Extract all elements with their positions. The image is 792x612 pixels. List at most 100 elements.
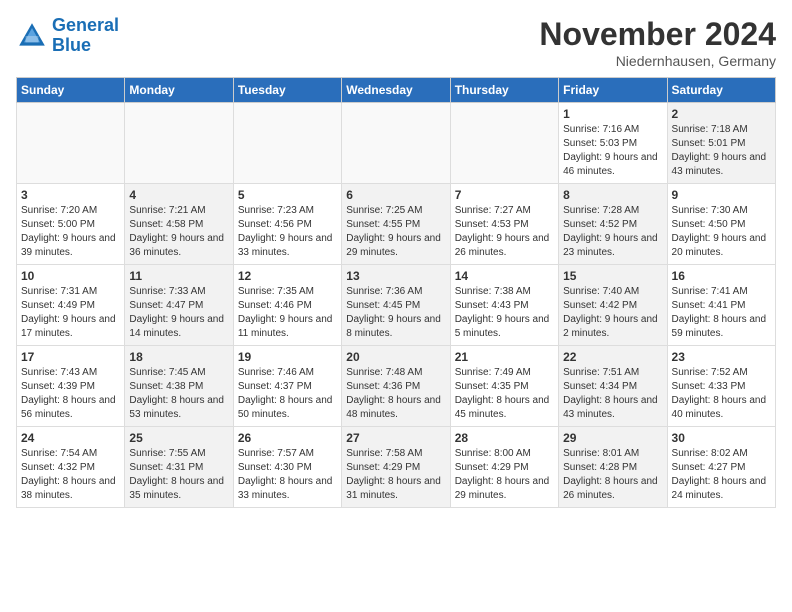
logo-text: General Blue — [52, 16, 119, 56]
day-number: 22 — [563, 350, 662, 364]
day-number: 6 — [346, 188, 445, 202]
day-number: 9 — [672, 188, 771, 202]
day-info: Sunrise: 7:55 AM Sunset: 4:31 PM Dayligh… — [129, 447, 228, 503]
day-info: Sunrise: 7:46 AM Sunset: 4:37 PM Dayligh… — [238, 366, 337, 422]
calendar-cell-empty — [342, 103, 450, 184]
day-number: 3 — [21, 188, 120, 202]
col-header-sunday: Sunday — [17, 78, 125, 103]
day-number: 30 — [672, 431, 771, 445]
day-number: 10 — [21, 269, 120, 283]
calendar-week-4: 17Sunrise: 7:43 AM Sunset: 4:39 PM Dayli… — [17, 346, 776, 427]
day-info: Sunrise: 7:41 AM Sunset: 4:41 PM Dayligh… — [672, 285, 771, 341]
calendar-table: SundayMondayTuesdayWednesdayThursdayFrid… — [16, 77, 776, 508]
day-info: Sunrise: 7:23 AM Sunset: 4:56 PM Dayligh… — [238, 204, 337, 260]
calendar-cell-day-30: 30 Sunrise: 8:02 AM Sunset: 4:27 PM Dayli… — [667, 427, 775, 508]
calendar-cell-day-9: 9 Sunrise: 7:30 AM Sunset: 4:50 PM Daylig… — [667, 184, 775, 265]
day-number: 27 — [346, 431, 445, 445]
calendar-cell-day-7: 7 Sunrise: 7:27 AM Sunset: 4:53 PM Daylig… — [450, 184, 558, 265]
col-header-saturday: Saturday — [667, 78, 775, 103]
day-number: 28 — [455, 431, 554, 445]
calendar-header-row: SundayMondayTuesdayWednesdayThursdayFrid… — [17, 78, 776, 103]
calendar-cell-day-26: 26 Sunrise: 7:57 AM Sunset: 4:30 PM Dayli… — [233, 427, 341, 508]
col-header-thursday: Thursday — [450, 78, 558, 103]
day-info: Sunrise: 7:49 AM Sunset: 4:35 PM Dayligh… — [455, 366, 554, 422]
calendar-cell-day-21: 21 Sunrise: 7:49 AM Sunset: 4:35 PM Dayli… — [450, 346, 558, 427]
day-info: Sunrise: 7:30 AM Sunset: 4:50 PM Dayligh… — [672, 204, 771, 260]
day-number: 20 — [346, 350, 445, 364]
calendar-week-2: 3Sunrise: 7:20 AM Sunset: 5:00 PM Daylig… — [17, 184, 776, 265]
calendar-cell-day-5: 5 Sunrise: 7:23 AM Sunset: 4:56 PM Daylig… — [233, 184, 341, 265]
calendar-cell-day-8: 8 Sunrise: 7:28 AM Sunset: 4:52 PM Daylig… — [559, 184, 667, 265]
calendar-cell-day-25: 25 Sunrise: 7:55 AM Sunset: 4:31 PM Dayli… — [125, 427, 233, 508]
calendar-cell-empty — [450, 103, 558, 184]
day-info: Sunrise: 7:18 AM Sunset: 5:01 PM Dayligh… — [672, 123, 771, 179]
day-info: Sunrise: 7:25 AM Sunset: 4:55 PM Dayligh… — [346, 204, 445, 260]
day-info: Sunrise: 7:31 AM Sunset: 4:49 PM Dayligh… — [21, 285, 120, 341]
calendar-cell-day-13: 13Sunrise: 7:36 AM Sunset: 4:45 PM Dayli… — [342, 265, 450, 346]
calendar-cell-day-19: 19 Sunrise: 7:46 AM Sunset: 4:37 PM Dayli… — [233, 346, 341, 427]
calendar-cell-day-17: 17Sunrise: 7:43 AM Sunset: 4:39 PM Dayli… — [17, 346, 125, 427]
day-number: 1 — [563, 107, 662, 121]
logo-icon — [16, 20, 48, 52]
day-info: Sunrise: 7:28 AM Sunset: 4:52 PM Dayligh… — [563, 204, 662, 260]
day-number: 12 — [238, 269, 337, 283]
day-number: 7 — [455, 188, 554, 202]
day-info: Sunrise: 8:02 AM Sunset: 4:27 PM Dayligh… — [672, 447, 771, 503]
day-number: 17 — [21, 350, 120, 364]
col-header-tuesday: Tuesday — [233, 78, 341, 103]
day-number: 25 — [129, 431, 228, 445]
calendar-week-3: 10 Sunrise: 7:31 AM Sunset: 4:49 PM Dayli… — [17, 265, 776, 346]
col-header-friday: Friday — [559, 78, 667, 103]
calendar-cell-day-24: 24 Sunrise: 7:54 AM Sunset: 4:32 PM Dayli… — [17, 427, 125, 508]
calendar-cell-day-3: 3Sunrise: 7:20 AM Sunset: 5:00 PM Daylig… — [17, 184, 125, 265]
calendar-week-1: 1 Sunrise: 7:16 AM Sunset: 5:03 PM Daylig… — [17, 103, 776, 184]
calendar-cell-day-6: 6 Sunrise: 7:25 AM Sunset: 4:55 PM Daylig… — [342, 184, 450, 265]
day-info: Sunrise: 7:16 AM Sunset: 5:03 PM Dayligh… — [563, 123, 662, 179]
day-number: 5 — [238, 188, 337, 202]
day-number: 4 — [129, 188, 228, 202]
month-title: November 2024 — [539, 16, 776, 53]
day-info: Sunrise: 7:35 AM Sunset: 4:46 PM Dayligh… — [238, 285, 337, 341]
calendar-cell-day-1: 1 Sunrise: 7:16 AM Sunset: 5:03 PM Daylig… — [559, 103, 667, 184]
title-block: November 2024 Niedernhausen, Germany — [539, 16, 776, 69]
day-info: Sunrise: 7:58 AM Sunset: 4:29 PM Dayligh… — [346, 447, 445, 503]
day-info: Sunrise: 7:48 AM Sunset: 4:36 PM Dayligh… — [346, 366, 445, 422]
calendar-cell-day-4: 4 Sunrise: 7:21 AM Sunset: 4:58 PM Daylig… — [125, 184, 233, 265]
day-number: 26 — [238, 431, 337, 445]
calendar-cell-empty — [233, 103, 341, 184]
calendar-cell-empty — [17, 103, 125, 184]
day-number: 16 — [672, 269, 771, 283]
col-header-wednesday: Wednesday — [342, 78, 450, 103]
day-info: Sunrise: 7:57 AM Sunset: 4:30 PM Dayligh… — [238, 447, 337, 503]
day-number: 8 — [563, 188, 662, 202]
day-info: Sunrise: 7:33 AM Sunset: 4:47 PM Dayligh… — [129, 285, 228, 341]
day-number: 15 — [563, 269, 662, 283]
day-info: Sunrise: 7:40 AM Sunset: 4:42 PM Dayligh… — [563, 285, 662, 341]
day-number: 21 — [455, 350, 554, 364]
day-info: Sunrise: 7:52 AM Sunset: 4:33 PM Dayligh… — [672, 366, 771, 422]
calendar-cell-day-23: 23 Sunrise: 7:52 AM Sunset: 4:33 PM Dayli… — [667, 346, 775, 427]
day-info: Sunrise: 7:36 AM Sunset: 4:45 PM Dayligh… — [346, 285, 445, 341]
calendar-cell-day-11: 11 Sunrise: 7:33 AM Sunset: 4:47 PM Dayli… — [125, 265, 233, 346]
calendar-week-5: 24 Sunrise: 7:54 AM Sunset: 4:32 PM Dayli… — [17, 427, 776, 508]
day-number: 11 — [129, 269, 228, 283]
location: Niedernhausen, Germany — [539, 53, 776, 69]
calendar-cell-day-29: 29 Sunrise: 8:01 AM Sunset: 4:28 PM Dayli… — [559, 427, 667, 508]
day-number: 29 — [563, 431, 662, 445]
day-number: 23 — [672, 350, 771, 364]
calendar-cell-day-18: 18 Sunrise: 7:45 AM Sunset: 4:38 PM Dayli… — [125, 346, 233, 427]
logo: General Blue — [16, 16, 119, 56]
day-info: Sunrise: 7:54 AM Sunset: 4:32 PM Dayligh… — [21, 447, 120, 503]
day-info: Sunrise: 7:45 AM Sunset: 4:38 PM Dayligh… — [129, 366, 228, 422]
day-number: 24 — [21, 431, 120, 445]
day-info: Sunrise: 8:00 AM Sunset: 4:29 PM Dayligh… — [455, 447, 554, 503]
day-info: Sunrise: 7:38 AM Sunset: 4:43 PM Dayligh… — [455, 285, 554, 341]
day-info: Sunrise: 8:01 AM Sunset: 4:28 PM Dayligh… — [563, 447, 662, 503]
day-number: 18 — [129, 350, 228, 364]
calendar-cell-day-22: 22Sunrise: 7:51 AM Sunset: 4:34 PM Dayli… — [559, 346, 667, 427]
day-number: 19 — [238, 350, 337, 364]
day-info: Sunrise: 7:21 AM Sunset: 4:58 PM Dayligh… — [129, 204, 228, 260]
calendar-cell-day-14: 14Sunrise: 7:38 AM Sunset: 4:43 PM Dayli… — [450, 265, 558, 346]
calendar-cell-day-12: 12 Sunrise: 7:35 AM Sunset: 4:46 PM Dayli… — [233, 265, 341, 346]
day-info: Sunrise: 7:27 AM Sunset: 4:53 PM Dayligh… — [455, 204, 554, 260]
